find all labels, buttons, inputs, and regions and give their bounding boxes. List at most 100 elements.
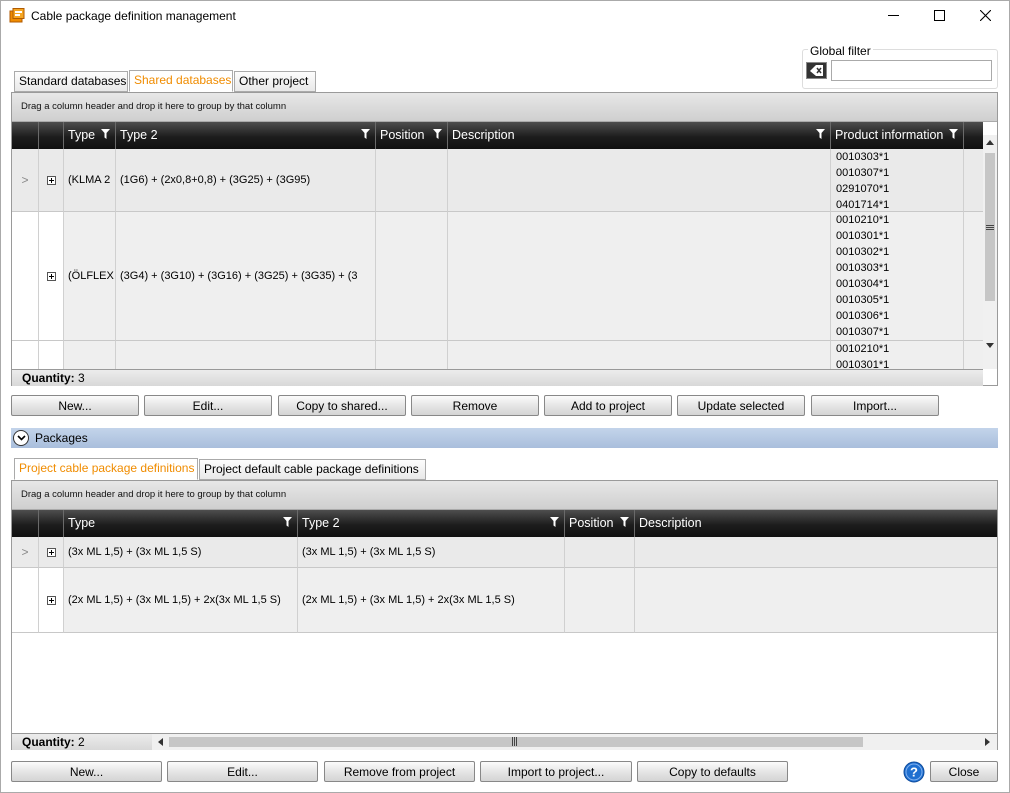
remove-button[interactable]: Remove bbox=[411, 395, 539, 416]
column-header-type[interactable]: Type bbox=[63, 510, 297, 537]
new-button[interactable]: New... bbox=[11, 395, 139, 416]
vertical-scrollbar[interactable] bbox=[983, 135, 997, 369]
row-indicator bbox=[12, 212, 38, 341]
global-filter-label: Global filter bbox=[808, 44, 873, 58]
product-info-item: 0010307*1 bbox=[836, 167, 890, 179]
expand-icon[interactable] bbox=[46, 595, 56, 605]
edit-definition-button[interactable]: Edit... bbox=[167, 761, 318, 782]
cell-type2: (1G6) + (2x0,8+0,8) + (3G25) + (3G95) bbox=[115, 149, 375, 212]
product-information-list: 0010210*1 0010301*1 bbox=[831, 341, 963, 369]
filter-icon[interactable] bbox=[361, 129, 370, 139]
close-window-button[interactable] bbox=[962, 0, 1008, 31]
table-row[interactable]: > (3x ML 1,5) + (3x ML 1,5 S) (3x ML 1,5… bbox=[12, 537, 997, 568]
tab-project-cable-package-definitions[interactable]: Project cable package definitions bbox=[14, 458, 198, 480]
maximize-button[interactable] bbox=[916, 0, 962, 31]
product-information-list: 0010210*1 0010301*1 0010302*1 0010303*1 … bbox=[831, 212, 963, 340]
import-button[interactable]: Import... bbox=[811, 395, 939, 416]
product-info-item: 0010210*1 bbox=[836, 343, 890, 355]
row-expand-cell[interactable] bbox=[38, 568, 63, 633]
cell-product-information: 0010210*1 0010301*1 bbox=[830, 341, 963, 369]
tab-standard-databases[interactable]: Standard databases bbox=[14, 71, 128, 92]
minimize-icon bbox=[887, 15, 899, 16]
cell-spacer bbox=[963, 149, 983, 212]
packages-toggle-button[interactable] bbox=[13, 430, 29, 446]
column-header-type[interactable]: Type bbox=[63, 122, 115, 149]
row-expand-cell[interactable] bbox=[38, 537, 63, 568]
quantity-label: Quantity: bbox=[22, 371, 75, 385]
group-by-area[interactable]: Drag a column header and drop it here to… bbox=[12, 481, 997, 510]
row-expand-cell[interactable] bbox=[38, 341, 63, 369]
tab-project-default-cable-package-definitions[interactable]: Project default cable package definition… bbox=[199, 459, 426, 480]
filter-icon[interactable] bbox=[101, 129, 110, 139]
help-icon: ? bbox=[903, 761, 925, 783]
cell-type: (KLMA 2 bbox=[63, 149, 115, 212]
copy-to-shared-button[interactable]: Copy to shared... bbox=[278, 395, 406, 416]
add-to-project-button[interactable]: Add to project bbox=[544, 395, 672, 416]
column-header-position[interactable]: Position bbox=[375, 122, 447, 149]
filter-icon[interactable] bbox=[620, 517, 629, 527]
import-to-project-button[interactable]: Import to project... bbox=[480, 761, 632, 782]
grid-rows: > (KLMA 2 (1G6) + (2x0,8+0,8) + (3G25) +… bbox=[12, 149, 983, 369]
row-indicator-icon: > bbox=[12, 149, 38, 212]
product-info-item: 0010303*1 bbox=[836, 151, 890, 163]
quantity-value: 3 bbox=[78, 371, 85, 385]
header-indicator bbox=[12, 122, 38, 149]
product-info-item: 0291070*1 bbox=[836, 183, 890, 195]
table-row[interactable]: 0010210*1 0010301*1 bbox=[12, 341, 983, 369]
remove-from-project-button[interactable]: Remove from project bbox=[324, 761, 475, 782]
tab-shared-databases[interactable]: Shared databases bbox=[129, 70, 233, 92]
expand-icon[interactable] bbox=[46, 547, 56, 557]
product-info-item: 0010305*1 bbox=[836, 294, 890, 306]
column-header-type2[interactable]: Type 2 bbox=[297, 510, 564, 537]
cable-package-app-icon bbox=[9, 8, 25, 23]
column-header-description[interactable]: Description bbox=[447, 122, 830, 149]
scroll-right-icon[interactable] bbox=[985, 738, 990, 746]
close-button[interactable]: Close bbox=[930, 761, 998, 782]
cell-product-information: 0010303*1 0010307*1 0291070*1 0401714*1 bbox=[830, 149, 963, 212]
edit-button[interactable]: Edit... bbox=[144, 395, 272, 416]
row-expand-cell[interactable] bbox=[38, 149, 63, 212]
column-header-product-information[interactable]: Product information bbox=[830, 122, 963, 149]
scroll-up-icon[interactable] bbox=[986, 140, 994, 145]
group-by-area[interactable]: Drag a column header and drop it here to… bbox=[12, 93, 997, 122]
column-header-position[interactable]: Position bbox=[564, 510, 634, 537]
filter-icon[interactable] bbox=[816, 129, 825, 139]
copy-to-defaults-button[interactable]: Copy to defaults bbox=[637, 761, 788, 782]
tab-other-project[interactable]: Other project bbox=[234, 71, 316, 92]
update-selected-button[interactable]: Update selected bbox=[677, 395, 805, 416]
column-header-description[interactable]: Description bbox=[634, 510, 997, 537]
filter-icon[interactable] bbox=[433, 129, 442, 139]
horizontal-scrollbar[interactable] bbox=[152, 733, 997, 750]
cell-type: (2x ML 1,5) + (3x ML 1,5) + 2x(3x ML 1,5… bbox=[63, 568, 297, 633]
maximize-icon bbox=[933, 10, 945, 21]
filter-icon[interactable] bbox=[949, 129, 958, 139]
filter-icon[interactable] bbox=[283, 517, 292, 527]
table-row[interactable]: (ÖLFLEX (3G4) + (3G10) + (3G16) + (3G25)… bbox=[12, 212, 983, 341]
new-definition-button[interactable]: New... bbox=[11, 761, 162, 782]
column-header-type2[interactable]: Type 2 bbox=[115, 122, 375, 149]
cell-description bbox=[447, 341, 830, 369]
packages-bar[interactable]: Packages bbox=[11, 428, 998, 448]
expand-icon[interactable] bbox=[46, 175, 56, 185]
scroll-down-icon[interactable] bbox=[986, 343, 994, 348]
chevron-down-icon bbox=[16, 435, 26, 441]
expand-icon[interactable] bbox=[46, 271, 56, 281]
cell-type: (ÖLFLEX bbox=[63, 212, 115, 341]
cell-position bbox=[375, 149, 447, 212]
row-expand-cell[interactable] bbox=[38, 212, 63, 341]
minimize-button[interactable] bbox=[870, 0, 916, 31]
cell-position bbox=[375, 341, 447, 369]
header-expand bbox=[38, 510, 63, 537]
column-header-type2-label: Type 2 bbox=[302, 516, 340, 530]
scroll-left-icon[interactable] bbox=[158, 738, 163, 746]
global-filter-input[interactable] bbox=[831, 60, 992, 81]
cell-type2: (2x ML 1,5) + (3x ML 1,5) + 2x(3x ML 1,5… bbox=[297, 568, 564, 633]
table-row[interactable]: (2x ML 1,5) + (3x ML 1,5) + 2x(3x ML 1,5… bbox=[12, 568, 997, 633]
help-button[interactable]: ? bbox=[903, 761, 925, 783]
cell-product-information: 0010210*1 0010301*1 0010302*1 0010303*1 … bbox=[830, 212, 963, 341]
clear-filter-button[interactable] bbox=[806, 62, 827, 79]
table-row[interactable]: > (KLMA 2 (1G6) + (2x0,8+0,8) + (3G25) +… bbox=[12, 149, 983, 212]
filter-icon[interactable] bbox=[550, 517, 559, 527]
product-info-item: 0010306*1 bbox=[836, 310, 890, 322]
cell-description bbox=[634, 568, 997, 633]
